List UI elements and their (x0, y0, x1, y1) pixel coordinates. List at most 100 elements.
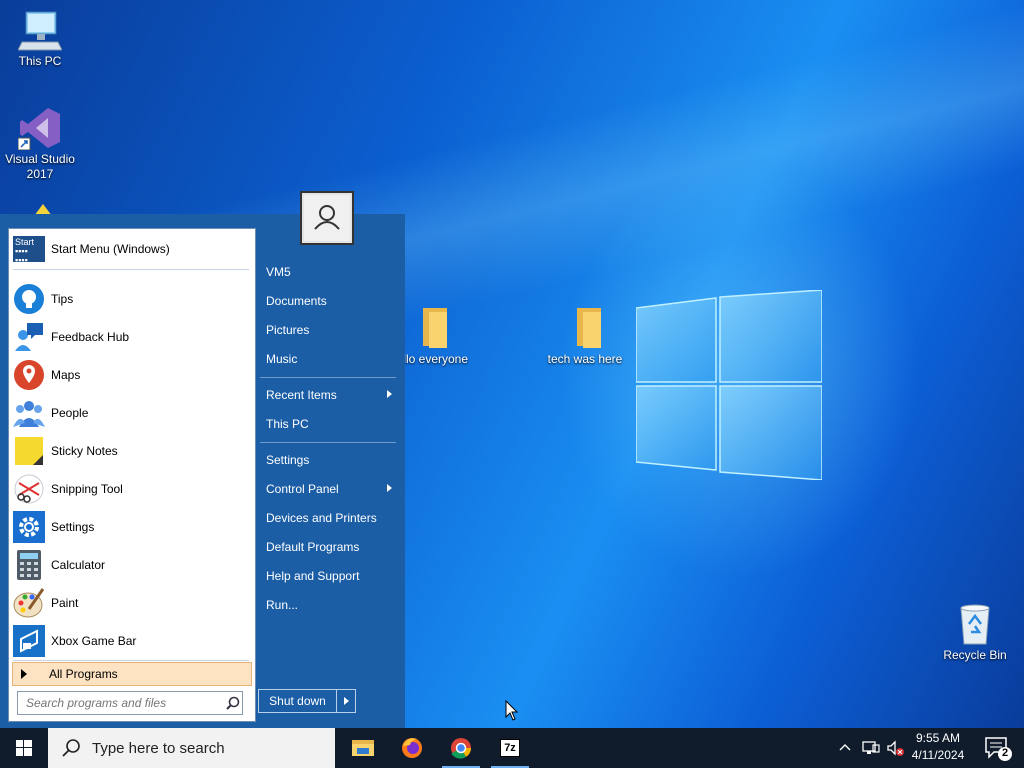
place-label: Devices and Printers (266, 511, 377, 525)
mouse-cursor-icon (505, 700, 519, 721)
program-label: Xbox Game Bar (51, 634, 137, 648)
notification-count: 2 (1001, 747, 1009, 759)
place-music[interactable]: Music (258, 346, 396, 372)
place-label: This PC (266, 417, 309, 431)
taskbar-app-chrome[interactable] (438, 728, 484, 768)
desktop-icon-label: Visual Studio 2017 (5, 152, 75, 181)
place-label: Pictures (266, 323, 310, 337)
user-avatar-icon (314, 205, 340, 230)
place-recent-items[interactable]: Recent Items (258, 382, 396, 408)
place-documents[interactable]: Documents (258, 288, 396, 314)
program-settings[interactable]: Settings (13, 509, 249, 545)
program-tips[interactable]: Tips (13, 281, 249, 317)
program-label: Sticky Notes (51, 444, 118, 458)
paint-palette-icon (13, 587, 45, 619)
taskbar-app-file-explorer[interactable] (340, 728, 386, 768)
divider (260, 442, 396, 443)
show-hidden-icons-chevron-icon[interactable] (838, 741, 852, 755)
shutdown-options-button[interactable] (337, 690, 355, 712)
all-programs-button[interactable]: All Programs (12, 662, 252, 686)
start-search-input[interactable] (24, 695, 224, 711)
place-label: VM5 (266, 265, 291, 279)
7zip-label: 7z (504, 742, 516, 754)
all-programs-label: All Programs (49, 667, 118, 681)
xbox-game-bar-icon (13, 625, 45, 657)
shutdown-button[interactable]: Shut down (259, 690, 337, 712)
network-icon[interactable] (862, 739, 880, 757)
feedback-hub-icon (13, 321, 45, 353)
computer-icon (17, 8, 63, 52)
snipping-tool-icon (13, 473, 45, 505)
place-control-panel[interactable]: Control Panel (258, 476, 396, 502)
start-menu: Start ▪▪▪▪ ▪▪▪▪ Start Menu (Windows) Tips … (0, 214, 405, 728)
search-icon[interactable] (226, 696, 240, 710)
program-label: Settings (51, 520, 95, 534)
place-label: Default Programs (266, 540, 360, 554)
place-label: Help and Support (266, 569, 360, 583)
desktop-icon-label: This PC (18, 54, 62, 68)
place-pictures[interactable]: Pictures (258, 317, 396, 343)
submenu-arrow-icon (387, 390, 392, 398)
system-clock[interactable]: 9:55 AM 4/11/2024 (906, 730, 970, 764)
firefox-icon (402, 738, 422, 758)
people-icon (13, 397, 45, 429)
taskbar: Type here to search 7z 9:55 AM 4/11/2024… (0, 728, 1024, 768)
place-help-and-support[interactable]: Help and Support (258, 563, 396, 589)
desktop-icon-this-pc[interactable]: This PC (0, 8, 80, 69)
program-paint[interactable]: Paint (13, 585, 249, 621)
clock-time: 9:55 AM (915, 731, 961, 745)
place-label: Music (266, 352, 298, 366)
desktop-icon-label: tech was here (547, 352, 623, 366)
program-maps[interactable]: Maps (13, 357, 249, 393)
desktop-icon-tech-was-here[interactable]: tech was here (540, 306, 630, 367)
action-center-button[interactable]: 2 (978, 728, 1018, 768)
place-label: Settings (266, 453, 310, 467)
program-sticky-notes[interactable]: Sticky Notes (13, 433, 249, 469)
desktop-icon-label: Recycle Bin (943, 648, 1007, 662)
start-button[interactable] (0, 728, 48, 768)
calculator-icon (13, 549, 45, 581)
taskbar-search-box[interactable]: Type here to search (48, 728, 335, 768)
place-default-programs[interactable]: Default Programs (258, 534, 396, 560)
program-label: Calculator (51, 558, 106, 572)
submenu-arrow-icon (387, 484, 392, 492)
visual-studio-icon (17, 106, 62, 151)
program-label: Paint (51, 596, 79, 610)
recycle-bin-icon (953, 602, 997, 646)
program-calculator[interactable]: Calculator (13, 547, 249, 583)
divider (13, 269, 249, 270)
maps-icon (13, 359, 45, 391)
taskbar-app-firefox[interactable] (389, 728, 435, 768)
shutdown-control: Shut down (258, 689, 356, 713)
program-feedback-hub[interactable]: Feedback Hub (13, 319, 249, 355)
taskbar-search-text: Type here to search (92, 739, 225, 757)
place-devices-and-printers[interactable]: Devices and Printers (258, 505, 396, 531)
clock-date: 4/11/2024 (911, 748, 965, 762)
place-settings[interactable]: Settings (258, 447, 396, 473)
program-people[interactable]: People (13, 395, 249, 431)
search-icon (62, 739, 80, 757)
place-this-pc[interactable]: This PC (258, 411, 396, 437)
taskbar-app-7zip[interactable]: 7z (487, 728, 533, 768)
place-label: Documents (266, 294, 327, 308)
desktop-icon-visual-studio[interactable]: Visual Studio 2017 (0, 106, 80, 182)
chrome-icon (451, 738, 472, 759)
expand-arrow-icon (21, 669, 27, 679)
volume-muted-icon[interactable] (886, 739, 904, 757)
place-label: Recent Items (266, 388, 337, 402)
folder-icon (563, 306, 607, 350)
program-label: Tips (51, 292, 74, 306)
7zip-icon: 7z (500, 739, 520, 757)
program-label: Feedback Hub (51, 330, 130, 344)
start-menu-places-pane: VM5 Documents Pictures Music Recent Item… (258, 214, 405, 728)
pinned-start-menu-windows[interactable]: Start ▪▪▪▪ ▪▪▪▪ Start Menu (Windows) (13, 233, 249, 265)
pinned-item-label: Start Menu (Windows) (51, 242, 170, 256)
shutdown-label: Shut down (269, 694, 326, 708)
program-xbox-game-bar[interactable]: Xbox Game Bar (13, 623, 249, 659)
start-search-box[interactable] (17, 691, 243, 715)
desktop-icon-recycle-bin[interactable]: Recycle Bin (935, 602, 1015, 663)
place-vm5[interactable]: VM5 (258, 259, 396, 285)
program-snipping-tool[interactable]: Snipping Tool (13, 471, 249, 507)
user-picture[interactable] (300, 191, 354, 245)
place-run[interactable]: Run... (258, 592, 396, 618)
